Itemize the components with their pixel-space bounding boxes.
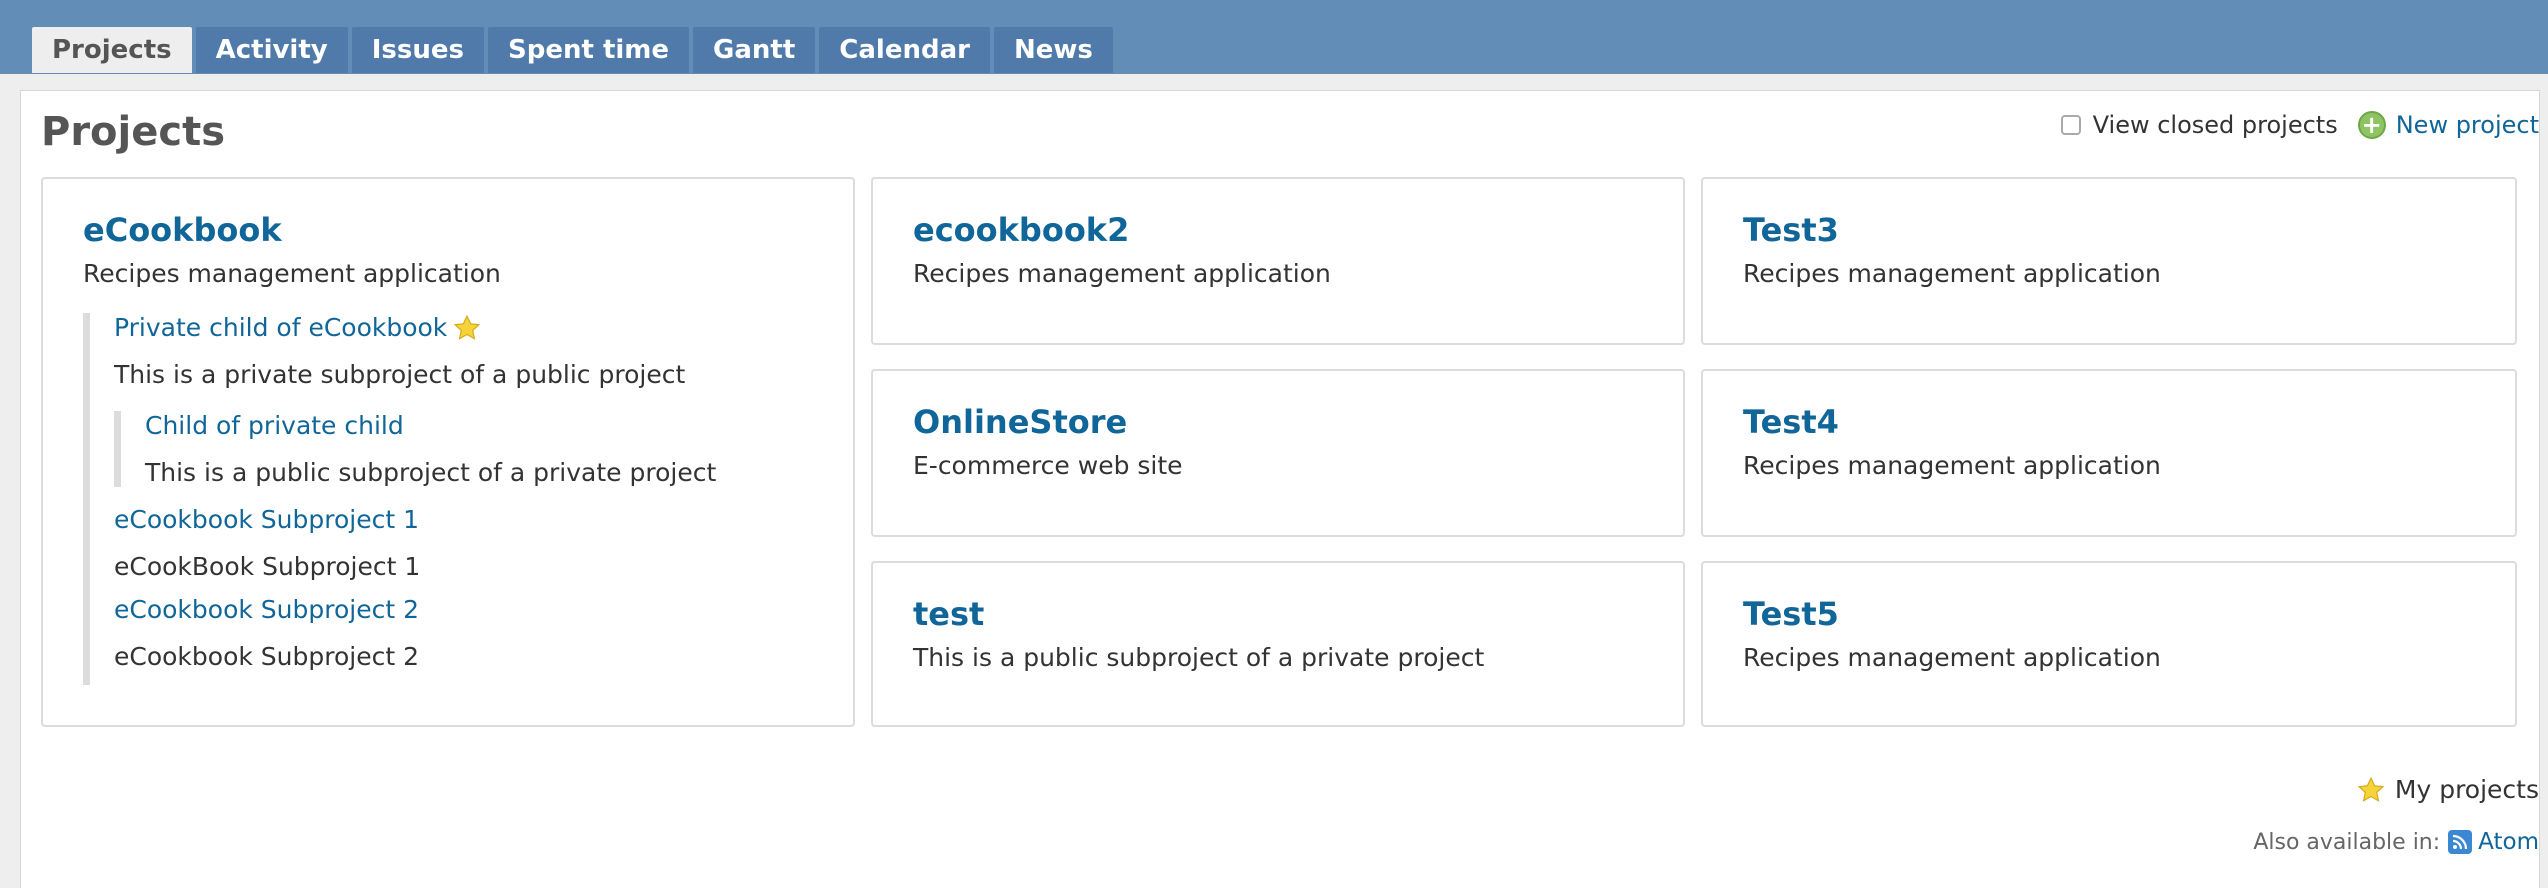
star-icon: [454, 314, 481, 340]
subproject-name: Private child of eCookbook: [114, 313, 448, 342]
project-link-test5[interactable]: Test5: [1743, 595, 1839, 633]
content-area: Projects View closed projects + New proj…: [20, 90, 2540, 888]
project-link-test4[interactable]: Test4: [1743, 403, 1839, 441]
subproject-item: Private child of eCookbook This is a pri…: [114, 313, 823, 487]
project-card-onlinestore: OnlineStore E-commerce web site: [871, 369, 1685, 537]
new-project-label: New project: [2395, 111, 2539, 139]
project-description: This is a public subproject of a private…: [913, 643, 1485, 672]
view-closed-checkbox[interactable]: [2060, 115, 2081, 135]
subproject-description: eCookBook Subproject 1: [114, 552, 421, 581]
project-link-test3[interactable]: Test3: [1743, 211, 1839, 249]
subproject-link-ecookbook-subproject-1[interactable]: eCookbook Subproject 1: [114, 505, 419, 534]
page-title: Projects: [41, 109, 226, 155]
project-card-ecookbook: eCookbook Recipes management application…: [41, 177, 855, 727]
project-description: Recipes management application: [1743, 259, 2161, 288]
subproject-list: Private child of eCookbook This is a pri…: [83, 313, 823, 685]
view-closed-projects-toggle[interactable]: View closed projects: [2060, 111, 2338, 139]
tab-projects[interactable]: Projects: [32, 27, 192, 73]
tab-spent-time[interactable]: Spent time: [487, 27, 690, 73]
subproject-link-private-child[interactable]: Private child of eCookbook: [114, 313, 481, 342]
project-link-onlinestore[interactable]: OnlineStore: [913, 403, 1127, 441]
tab-issues[interactable]: Issues: [351, 27, 484, 73]
subproject-description: eCookbook Subproject 2: [114, 642, 419, 671]
my-projects-legend: My projects: [2357, 775, 2539, 804]
project-description: Recipes management application: [1743, 643, 2161, 672]
also-available-label: Also available in:: [2253, 829, 2441, 855]
feed-icon: [2448, 830, 2473, 854]
project-description: Recipes management application: [913, 259, 1331, 288]
subproject-description: This is a private subproject of a public…: [114, 360, 686, 389]
new-project-link[interactable]: + New project: [2357, 111, 2539, 139]
subproject-description: This is a public subproject of a private…: [145, 458, 717, 487]
tab-activity[interactable]: Activity: [195, 27, 348, 73]
project-card-test3: Test3 Recipes management application: [1701, 177, 2517, 345]
project-description: Recipes management application: [1743, 451, 2161, 480]
project-description: E-commerce web site: [913, 451, 1183, 480]
subproject-list-nested: Child of private child This is a public …: [114, 411, 823, 487]
subproject-link-child-of-private-child[interactable]: Child of private child: [145, 411, 404, 440]
project-link-ecookbook2[interactable]: ecookbook2: [913, 211, 1129, 249]
tab-gantt[interactable]: Gantt: [693, 27, 816, 73]
tab-calendar[interactable]: Calendar: [819, 27, 990, 73]
main-menu-tabs: Projects Activity Issues Spent time Gant…: [32, 27, 1113, 73]
contextual-actions: View closed projects + New project: [2060, 111, 2539, 139]
top-menu-bar: Projects Activity Issues Spent time Gant…: [0, 0, 2548, 74]
my-projects-label: My projects: [2394, 775, 2539, 804]
tab-news[interactable]: News: [993, 27, 1113, 73]
atom-label: Atom: [2478, 829, 2539, 855]
project-card-test: test This is a public subproject of a pr…: [871, 561, 1685, 727]
other-formats: Also available in: Atom: [2253, 829, 2539, 855]
star-icon: [2357, 776, 2385, 802]
subproject-item: eCookbook Subproject 2 eCookbook Subproj…: [114, 595, 823, 671]
project-card-ecookbook2: ecookbook2 Recipes management applicatio…: [871, 177, 1685, 345]
project-link-ecookbook[interactable]: eCookbook: [83, 211, 282, 249]
view-closed-label: View closed projects: [2092, 111, 2338, 139]
add-icon: +: [2357, 111, 2386, 139]
subproject-link-ecookbook-subproject-2[interactable]: eCookbook Subproject 2: [114, 595, 419, 624]
project-link-test[interactable]: test: [913, 595, 984, 633]
project-card-test5: Test5 Recipes management application: [1701, 561, 2517, 727]
project-description: Recipes management application: [83, 259, 501, 288]
subproject-item: eCookbook Subproject 1 eCookBook Subproj…: [114, 505, 823, 581]
atom-feed-link[interactable]: Atom: [2448, 829, 2539, 855]
project-card-test4: Test4 Recipes management application: [1701, 369, 2517, 537]
